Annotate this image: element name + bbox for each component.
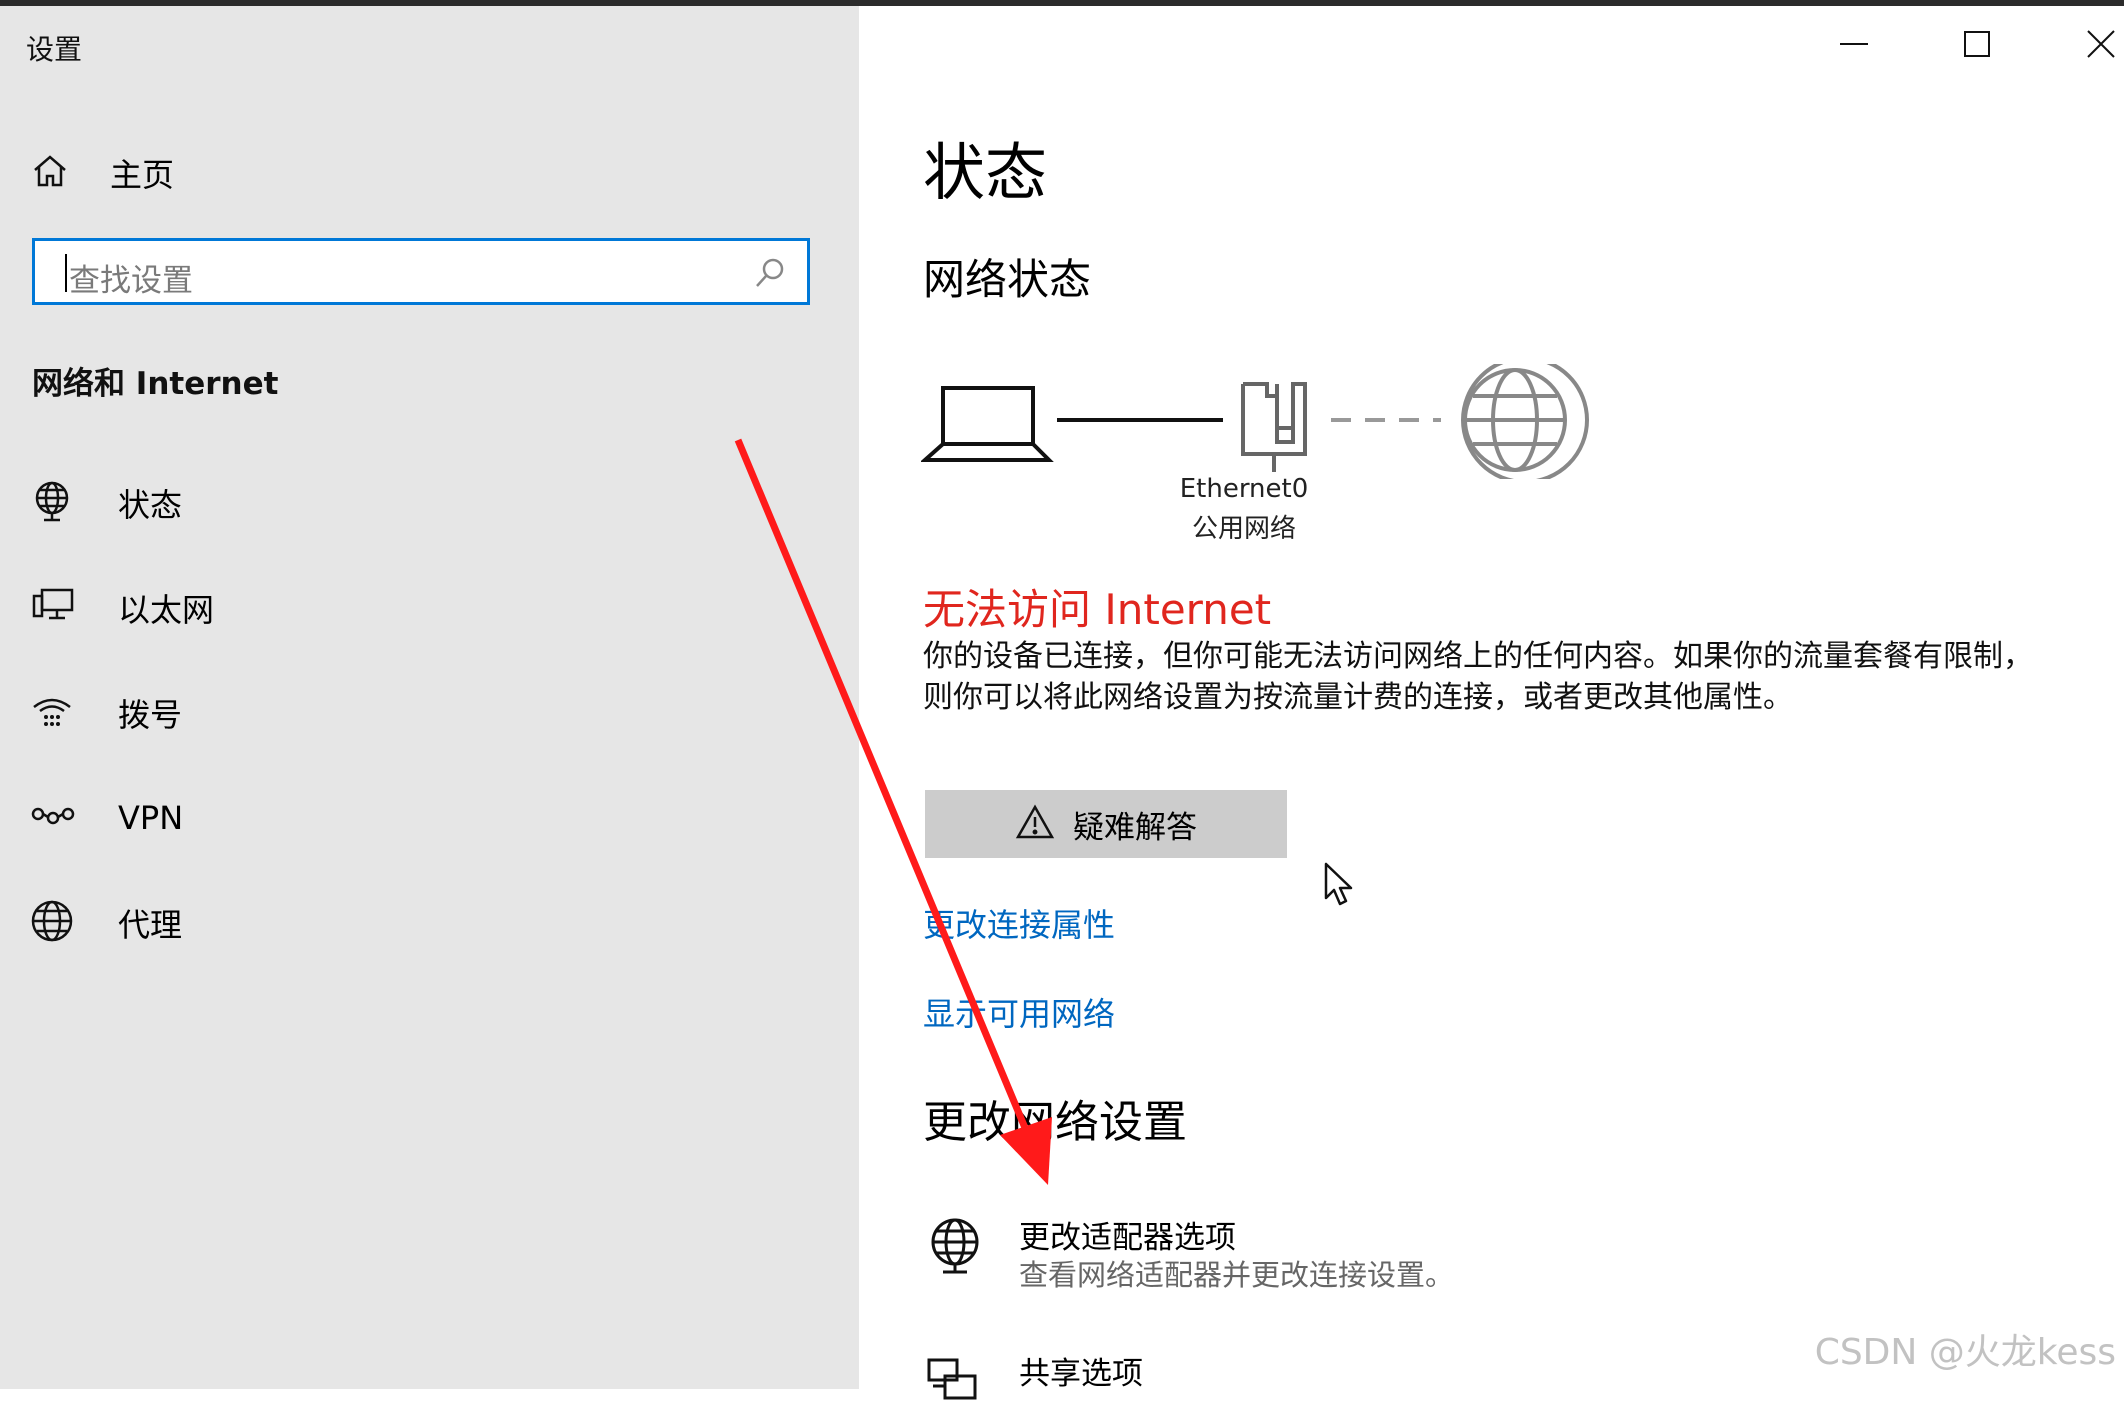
main-content: 状态 网络状态 Ethernet0 公用网络 无法访问 Internet 你的设… [859,6,2124,1400]
home-icon [30,151,70,195]
section-title: 网络和 Internet [32,366,279,402]
sidebar-item-label: VPN [118,799,184,837]
connection-type: 公用网络 [1191,514,1296,544]
page-title: 状态 [923,136,1048,209]
sidebar-item-vpn[interactable]: VPN [30,793,183,843]
sidebar-item-label: 状态 [118,486,183,524]
home-label: 主页 [110,156,175,194]
ethernet-icon [30,586,76,630]
laptop-icon [921,386,1054,462]
sidebar-item-label: 拨号 [118,696,183,734]
watermark: CSDN @火龙kess [1814,1332,2116,1373]
connection-error-title: 无法访问 Internet [923,585,1272,634]
dialup-icon [30,691,74,735]
sidebar-item-label: 代理 [118,906,183,944]
home-nav-item[interactable]: 主页 [30,151,174,195]
text-caret [65,254,67,292]
option-subtitle: 查看网络适配器并更改连接设置。 [1019,1258,1455,1292]
close-icon[interactable] [2081,24,2121,64]
search-icon[interactable] [753,256,787,294]
network-status-heading: 网络状态 [923,255,1092,304]
connection-error-description: 你的设备已连接，但你可能无法访问网络上的任何内容。如果你的流量套餐有限制，则你可… [923,639,2033,715]
sharing-icon [923,1352,987,1406]
adapter-globe-icon [923,1216,987,1280]
sidebar-item-proxy[interactable]: 代理 [30,898,182,948]
change-network-settings-heading: 更改网络设置 [923,1097,1187,1148]
change-connection-properties-link[interactable]: 更改连接属性 [923,900,1115,946]
minimize-icon[interactable] [1834,24,1874,64]
globe-detail-icon [1463,368,1567,472]
option-title: 共享选项 [1019,1356,1143,1392]
ethernet-port-icon [1241,382,1307,472]
sidebar-item-dialup[interactable]: 拨号 [30,688,182,738]
sidebar-item-status[interactable]: 状态 [30,478,182,528]
search-input[interactable]: 查找设置 [32,238,810,305]
sidebar-item-ethernet[interactable]: 以太网 [30,583,214,633]
connection-name: Ethernet0 [1179,474,1309,504]
sidebar-item-label: 以太网 [118,591,215,629]
option-title: 更改适配器选项 [1019,1220,1236,1256]
show-available-networks-link[interactable]: 显示可用网络 [923,989,1115,1035]
mouse-cursor-icon [1324,862,1353,906]
maximize-icon[interactable] [1957,24,1997,64]
vpn-icon [30,796,76,840]
app-title: 设置 [26,33,83,66]
search-placeholder: 查找设置 [69,263,193,299]
warning-icon [1015,804,1055,844]
sidebar: 设置 主页 查找设置 网络和 Internet 状态 以太网 拨号 VPN 代理 [0,6,859,1389]
troubleshoot-label: 疑难解答 [1073,809,1197,846]
globe-icon [30,899,74,947]
troubleshoot-button[interactable]: 疑难解答 [925,790,1287,858]
status-globe-icon [30,479,74,527]
